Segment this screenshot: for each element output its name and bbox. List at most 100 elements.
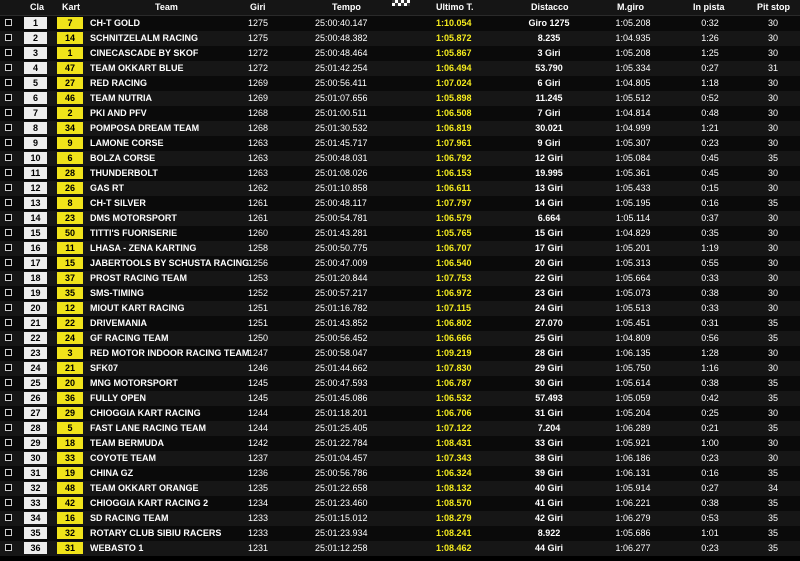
row-select-checkbox[interactable] — [5, 274, 12, 281]
kart-number-badge: 1 — [57, 47, 83, 59]
position-badge: 17 — [24, 257, 47, 269]
kart-number-badge: 21 — [57, 362, 83, 374]
table-row[interactable]: 16 11 LHASA - ZENA KARTING 1258 25:00:50.775… — [0, 241, 800, 256]
table-row[interactable]: 24 21 SFK07 1246 25:01:44.662 1:07.830 29 Giri… — [0, 361, 800, 376]
row-select-checkbox[interactable] — [5, 49, 12, 56]
row-select-checkbox[interactable] — [5, 199, 12, 206]
table-row[interactable]: 34 16 SD RACING TEAM 1233 25:01:15.012 1:08.2… — [0, 511, 800, 526]
table-row[interactable]: 13 8 CH-T SILVER 1261 25:00:48.117 1:07.797 14… — [0, 196, 800, 211]
row-select-checkbox[interactable] — [5, 529, 12, 536]
table-row[interactable]: 27 29 CHIOGGIA KART RACING 1244 25:01:18.201… — [0, 406, 800, 421]
elapsed-time: 25:00:54.781 — [315, 213, 368, 223]
laps-value: 1275 — [247, 33, 269, 43]
header-team[interactable]: Team — [155, 0, 178, 15]
row-select-checkbox[interactable] — [5, 259, 12, 266]
header-best-lap[interactable]: M.giro — [617, 0, 644, 15]
table-row[interactable]: 26 36 FULLY OPEN 1245 25:01:45.086 1:06.532 57… — [0, 391, 800, 406]
header-time[interactable]: Tempo — [332, 0, 361, 15]
table-row[interactable]: 5 27 RED RACING 1269 25:00:56.411 1:07.024 6 G… — [0, 76, 800, 91]
row-select-checkbox[interactable] — [5, 184, 12, 191]
pit-stop-count: 35 — [767, 468, 778, 478]
table-row[interactable]: 11 28 THUNDERBOLT 1263 25:01:08.026 1:06.153 1… — [0, 166, 800, 181]
row-select-checkbox[interactable] — [5, 379, 12, 386]
row-select-checkbox[interactable] — [5, 304, 12, 311]
table-row[interactable]: 33 42 CHIOGGIA KART RACING 2 1234 25:01:23.4… — [0, 496, 800, 511]
header-pit-stops[interactable]: Pit stop — [757, 0, 790, 15]
row-select-checkbox[interactable] — [5, 19, 12, 26]
row-select-checkbox[interactable] — [5, 169, 12, 176]
table-row[interactable]: 23 3 RED MOTOR INDOOR RACING TEAM 1247 25:00… — [0, 346, 800, 361]
table-row[interactable]: 29 18 TEAM BERMUDA 1242 25:01:22.784 1:08.431… — [0, 436, 800, 451]
row-select-checkbox[interactable] — [5, 424, 12, 431]
row-select-checkbox[interactable] — [5, 94, 12, 101]
table-row[interactable]: 7 2 PKI AND PFV 1268 25:01:00.511 1:06.508 7 G… — [0, 106, 800, 121]
table-row[interactable]: 9 9 LAMONE CORSE 1263 25:01:45.717 1:07.961 9 … — [0, 136, 800, 151]
in-pit-time: 0:31 — [701, 318, 719, 328]
kart-number-badge: 18 — [57, 437, 83, 449]
row-select-checkbox[interactable] — [5, 79, 12, 86]
table-row[interactable]: 1 7 CH-T GOLD 1275 25:00:40.147 1:10.054 Giro … — [0, 16, 800, 31]
table-row[interactable]: 21 22 DRIVEMANIA 1251 25:01:43.852 1:06.802 27… — [0, 316, 800, 331]
table-row[interactable]: 17 15 JABERTOOLS BY SCHUSTA RACING 1256 25:0… — [0, 256, 800, 271]
row-select-checkbox[interactable] — [5, 514, 12, 521]
row-select-checkbox[interactable] — [5, 334, 12, 341]
table-row[interactable]: 32 48 TEAM OKKART ORANGE 1235 25:01:22.658 1:… — [0, 481, 800, 496]
row-select-checkbox[interactable] — [5, 409, 12, 416]
header-laps[interactable]: Giri — [250, 0, 266, 15]
row-select-checkbox[interactable] — [5, 319, 12, 326]
table-row[interactable]: 19 35 SMS-TIMING 1252 25:00:57.217 1:06.972 23… — [0, 286, 800, 301]
row-select-checkbox[interactable] — [5, 139, 12, 146]
table-row[interactable]: 35 32 ROTARY CLUB SIBIU RACERS 1233 25:01:23… — [0, 526, 800, 541]
kart-number-badge: 42 — [57, 497, 83, 509]
kart-number-badge: 12 — [57, 302, 83, 314]
pit-stop-count: 35 — [767, 153, 778, 163]
table-row[interactable]: 36 31 WEBASTO 1 1231 25:01:12.258 1:08.462 44 … — [0, 541, 800, 556]
table-row[interactable]: 22 24 GF RACING TEAM 1250 25:00:56.452 1:06.6… — [0, 331, 800, 346]
row-select-checkbox[interactable] — [5, 244, 12, 251]
table-row[interactable]: 3 1 CINECASCADE BY SKOF 1272 25:00:48.464 1:0… — [0, 46, 800, 61]
row-select-checkbox[interactable] — [5, 34, 12, 41]
row-select-checkbox[interactable] — [5, 364, 12, 371]
table-row[interactable]: 30 33 COYOTE TEAM 1237 25:01:04.457 1:07.343 3… — [0, 451, 800, 466]
row-select-checkbox[interactable] — [5, 64, 12, 71]
table-row[interactable]: 8 34 POMPOSA DREAM TEAM 1268 25:01:30.532 1:0… — [0, 121, 800, 136]
header-position[interactable]: Cla — [30, 0, 44, 15]
row-select-checkbox[interactable] — [5, 469, 12, 476]
row-select-checkbox[interactable] — [5, 394, 12, 401]
position-badge: 34 — [24, 512, 47, 524]
table-row[interactable]: 10 6 BOLZA CORSE 1263 25:00:48.031 1:06.792 12… — [0, 151, 800, 166]
kart-number-badge: 16 — [57, 512, 83, 524]
row-select-checkbox[interactable] — [5, 109, 12, 116]
row-select-checkbox[interactable] — [5, 214, 12, 221]
table-row[interactable]: 12 26 GAS RT 1262 25:01:10.858 1:06.611 13 Gir… — [0, 181, 800, 196]
table-row[interactable]: 4 47 TEAM OKKART BLUE 1272 25:01:42.254 1:06.… — [0, 61, 800, 76]
row-select-checkbox[interactable] — [5, 544, 12, 551]
table-row[interactable]: 6 46 TEAM NUTRIA 1269 25:01:07.656 1:05.898 11… — [0, 91, 800, 106]
row-select-checkbox[interactable] — [5, 499, 12, 506]
table-row[interactable]: 28 5 FAST LANE RACING TEAM 1244 25:01:25.405… — [0, 421, 800, 436]
header-in-pit[interactable]: In pista — [693, 0, 725, 15]
gap-value: 28 Giri — [534, 348, 563, 358]
table-row[interactable]: 25 20 MNG MOTORSPORT 1245 25:00:47.593 1:06.7… — [0, 376, 800, 391]
header-last-lap[interactable]: Ultimo T. — [436, 0, 474, 15]
table-row[interactable]: 31 19 CHINA GZ 1236 25:00:56.786 1:06.324 39 G… — [0, 466, 800, 481]
row-select-checkbox[interactable] — [5, 439, 12, 446]
team-name: LAMONE CORSE — [90, 138, 164, 148]
position-badge: 16 — [24, 242, 47, 254]
header-gap[interactable]: Distacco — [531, 0, 569, 15]
row-select-checkbox[interactable] — [5, 154, 12, 161]
table-row[interactable]: 18 37 PROST RACING TEAM 1253 25:01:20.844 1:0… — [0, 271, 800, 286]
table-row[interactable]: 14 23 DMS MOTORSPORT 1261 25:00:54.781 1:06.5… — [0, 211, 800, 226]
row-select-checkbox[interactable] — [5, 484, 12, 491]
row-select-checkbox[interactable] — [5, 289, 12, 296]
row-select-checkbox[interactable] — [5, 229, 12, 236]
last-lap-time: 1:06.611 — [436, 183, 472, 193]
row-select-checkbox[interactable] — [5, 124, 12, 131]
table-row[interactable]: 2 14 SCHNITZELALM RACING 1275 25:00:48.382 1:… — [0, 31, 800, 46]
header-kart[interactable]: Kart — [62, 0, 80, 15]
row-select-checkbox[interactable] — [5, 454, 12, 461]
best-lap-time: 1:05.059 — [615, 393, 651, 403]
table-row[interactable]: 15 50 TITTI'S FUORISERIE 1260 25:01:43.281 1:… — [0, 226, 800, 241]
table-row[interactable]: 20 12 MIOUT KART RACING 1251 25:01:16.782 1:0… — [0, 301, 800, 316]
row-select-checkbox[interactable] — [5, 349, 12, 356]
